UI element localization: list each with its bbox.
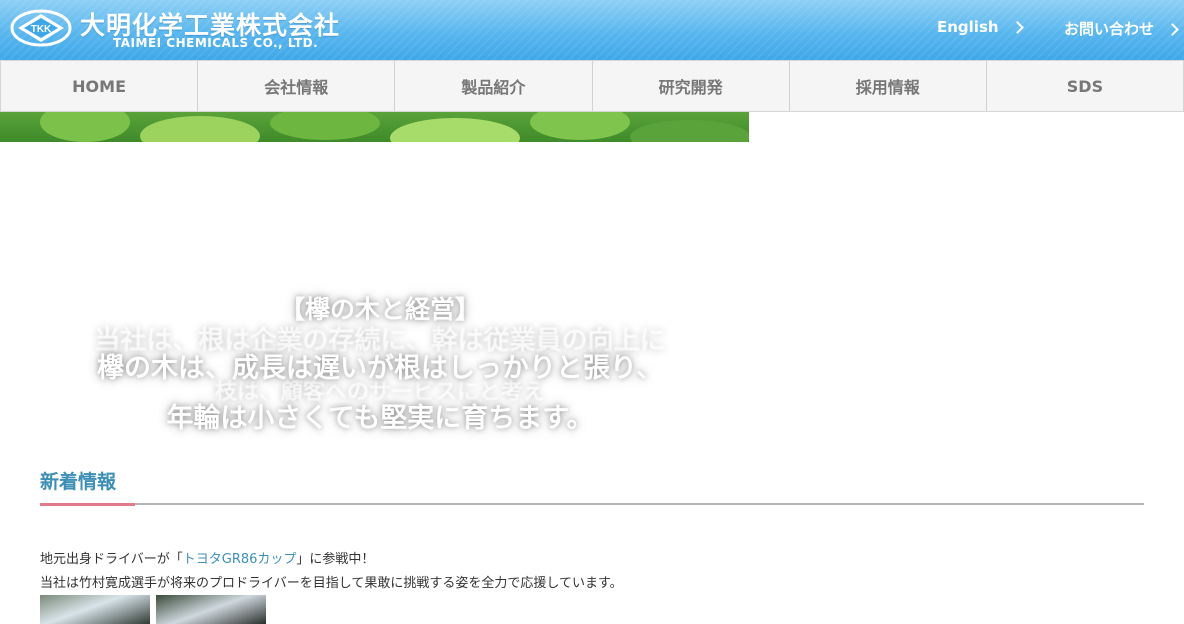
- main-nav: HOME 会社情報 製品紹介 研究開発 採用情報 SDS: [0, 60, 1184, 112]
- chevron-right-icon: [1010, 21, 1024, 34]
- quote-line-2: 年輪は小さくても堅実に育ちます。: [166, 403, 594, 434]
- news-divider-accent: [40, 503, 135, 506]
- gr86-cup-link[interactable]: トヨタGR86カップ: [183, 552, 297, 567]
- chevron-right-icon: [1166, 22, 1179, 36]
- english-link-label: English: [937, 18, 999, 36]
- nav-item-company[interactable]: 会社情報: [197, 61, 394, 111]
- tkk-logo-icon[interactable]: TKK: [10, 9, 72, 47]
- company-name-en[interactable]: TAIMEI CHEMICALS CO., LTD.: [113, 36, 318, 50]
- news-line1-prefix: 地元出身ドライバーが「: [40, 552, 183, 567]
- news-heading: 新着情報: [40, 471, 117, 493]
- nav-item-sds[interactable]: SDS: [985, 61, 1184, 111]
- quote-title: 【欅の木と経営】: [279, 295, 480, 324]
- news-divider: [40, 503, 1144, 505]
- news-item-line-2: 当社は竹村寛成選手が将来のプロドライバーを目指して果敢に挑戦する姿を全力で応援し…: [40, 576, 623, 591]
- site-header: TKK 大明化学工業株式会社 TAIMEI CHEMICALS CO., LTD…: [0, 0, 1184, 60]
- contact-link-label: お問い合わせ: [1064, 20, 1155, 38]
- english-link[interactable]: English: [937, 18, 1024, 36]
- news-line1-suffix: 」に参戦中！: [296, 552, 375, 567]
- hero-image: [0, 112, 749, 142]
- nav-item-research[interactable]: 研究開発: [591, 61, 789, 111]
- nav-item-recruit[interactable]: 採用情報: [788, 61, 986, 111]
- contact-link[interactable]: お問い合わせ: [1064, 18, 1179, 39]
- logo-mark-text: TKK: [31, 24, 52, 35]
- news-thumbnail[interactable]: [40, 595, 150, 624]
- news-item-line-1: 地元出身ドライバーが「トヨタGR86カップ」に参戦中！: [40, 548, 374, 567]
- nav-item-home[interactable]: HOME: [0, 61, 197, 111]
- nav-item-products[interactable]: 製品紹介: [394, 61, 591, 111]
- news-thumbnail[interactable]: [156, 595, 266, 624]
- quote-line-1: 欅の木は、成長は遅いが根はしっかりと張り、: [97, 353, 663, 384]
